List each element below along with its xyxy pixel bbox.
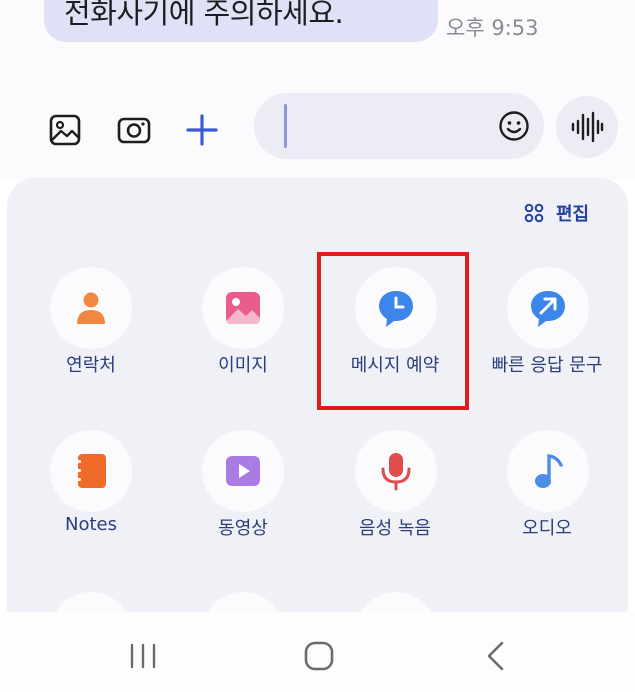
audio-button[interactable]: [507, 430, 589, 512]
image-attach-button[interactable]: [202, 267, 284, 349]
item-label-notes: Notes: [65, 514, 117, 535]
item-label-audio: 오디오: [522, 518, 572, 539]
voice-input-button[interactable]: [556, 96, 618, 158]
video-icon: [226, 456, 260, 486]
microphone-icon: [381, 453, 411, 491]
notes-button[interactable]: [50, 430, 132, 512]
plus-icon[interactable]: [185, 113, 219, 147]
item-label-image: 이미지: [218, 355, 268, 376]
navigation-bar: [0, 612, 635, 692]
music-note-icon: [535, 454, 563, 488]
voice-record-button[interactable]: [355, 430, 437, 512]
item-label-contact: 연락처: [66, 355, 116, 376]
contact-icon: [77, 292, 105, 324]
home-icon[interactable]: [304, 641, 334, 675]
item-label-voice-record: 음성 녹음: [359, 518, 431, 539]
edit-label: 편집: [556, 204, 590, 225]
image-icon[interactable]: [48, 113, 82, 147]
emoji-icon[interactable]: [498, 110, 530, 142]
recent-apps-icon[interactable]: [128, 642, 158, 674]
voice-waveform-icon: [571, 111, 604, 143]
contact-button[interactable]: [50, 267, 132, 349]
item-label-quick-reply: 빠른 응답 문구: [491, 355, 603, 376]
received-message-bubble[interactable]: 전화사기에 주의하세요.: [44, 0, 438, 42]
video-button[interactable]: [202, 430, 284, 512]
item-label-video: 동영상: [218, 518, 268, 539]
message-input[interactable]: [254, 93, 544, 159]
back-icon[interactable]: [484, 640, 506, 676]
highlight-box: [317, 252, 469, 410]
image-icon: [226, 292, 260, 324]
quick-reply-icon: [531, 291, 565, 327]
notes-icon: [75, 454, 106, 488]
quick-reply-button[interactable]: [507, 267, 589, 349]
camera-icon[interactable]: [117, 113, 151, 147]
message-text: 전화사기에 주의하세요.: [64, 0, 344, 30]
edit-button[interactable]: 편집: [524, 200, 589, 226]
message-time: 오후 9:53: [446, 16, 539, 40]
text-cursor: [284, 104, 287, 148]
grid-icon: [524, 203, 544, 223]
